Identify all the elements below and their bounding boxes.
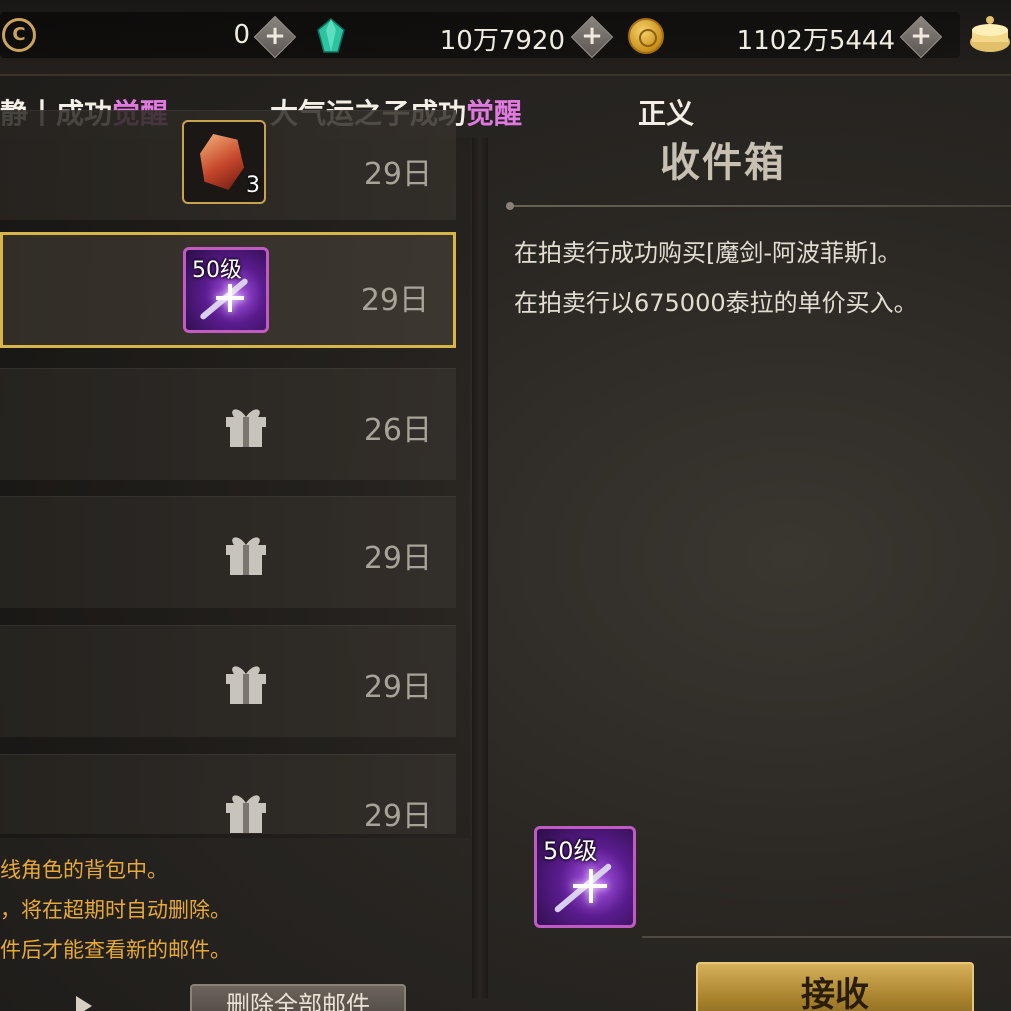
mail-content: 在拍卖行成功购买[魔剑-阿波菲斯]。 在拍卖行以675000泰拉的单价买入。 (514, 228, 1011, 328)
game-logo-icon: C (2, 18, 36, 52)
attachment-item-slot[interactable]: 50级 (534, 826, 636, 928)
mail-date: 29日 (363, 799, 432, 834)
mail-row-2-selected[interactable]: 29日 50级 (0, 232, 456, 348)
receive-button[interactable]: 接收 (696, 962, 974, 1011)
detail-title: 收件箱 (660, 140, 786, 186)
resource-value-1: 0 (233, 20, 250, 50)
treasure-pot-icon[interactable] (968, 12, 1011, 56)
mail-date: 29日 (363, 157, 432, 192)
mail-row-6[interactable]: 29日 (0, 754, 456, 834)
mail-date: 29日 (360, 283, 429, 318)
sparkle-icon (573, 884, 607, 888)
notice-line-3: 件后才能查看新的邮件。 (0, 938, 231, 962)
title-divider (506, 202, 1011, 210)
ticker-message-3: 正义 (638, 97, 695, 130)
sword-icon (553, 862, 613, 914)
mail-notice: 线角色的背包中。 ，将在超期时自动删除。 件后才能查看新的邮件。 (0, 850, 470, 970)
sword-item-slot[interactable]: 50级 (183, 247, 269, 333)
gold-coin-icon (628, 18, 664, 54)
resource-value-3: 1102万5444 (736, 26, 895, 56)
play-arrow-icon[interactable] (76, 996, 92, 1011)
gift-icon (226, 409, 266, 447)
mail-row-5[interactable]: 29日 (0, 625, 456, 737)
mail-content-line-2: 在拍卖行以675000泰拉的单价买入。 (514, 289, 918, 317)
mail-date: 29日 (363, 541, 432, 576)
mail-date: 26日 (363, 413, 432, 448)
notice-line-1: 线角色的背包中。 (0, 858, 168, 882)
ore-item-slot[interactable]: 3 (182, 120, 266, 204)
resource-value-2: 10万7920 (439, 26, 565, 56)
mail-row-4[interactable]: 29日 (0, 496, 456, 608)
sparkle-icon (216, 296, 244, 300)
notice-line-2: ，将在超期时自动删除。 (0, 898, 231, 922)
item-count: 3 (246, 173, 260, 198)
delete-all-button[interactable]: 删除全部邮件 (190, 984, 406, 1011)
mail-content-line-1: 在拍卖行成功购买[魔剑-阿波菲斯]。 (514, 239, 902, 267)
attachment-divider (642, 936, 1011, 938)
gift-icon (226, 666, 266, 704)
mail-date: 29日 (363, 670, 432, 705)
ore-icon (200, 134, 244, 190)
item-level-label: 50级 (192, 258, 242, 283)
item-level-label: 50级 (543, 837, 598, 865)
gem-icon (317, 18, 345, 53)
mail-row-3[interactable]: 26日 (0, 368, 456, 480)
resource-bar: C 0 + 10万7920 + 1102万5444 + (0, 0, 1011, 76)
column-divider (472, 138, 488, 998)
gift-icon (226, 795, 266, 833)
gift-icon (226, 537, 266, 575)
